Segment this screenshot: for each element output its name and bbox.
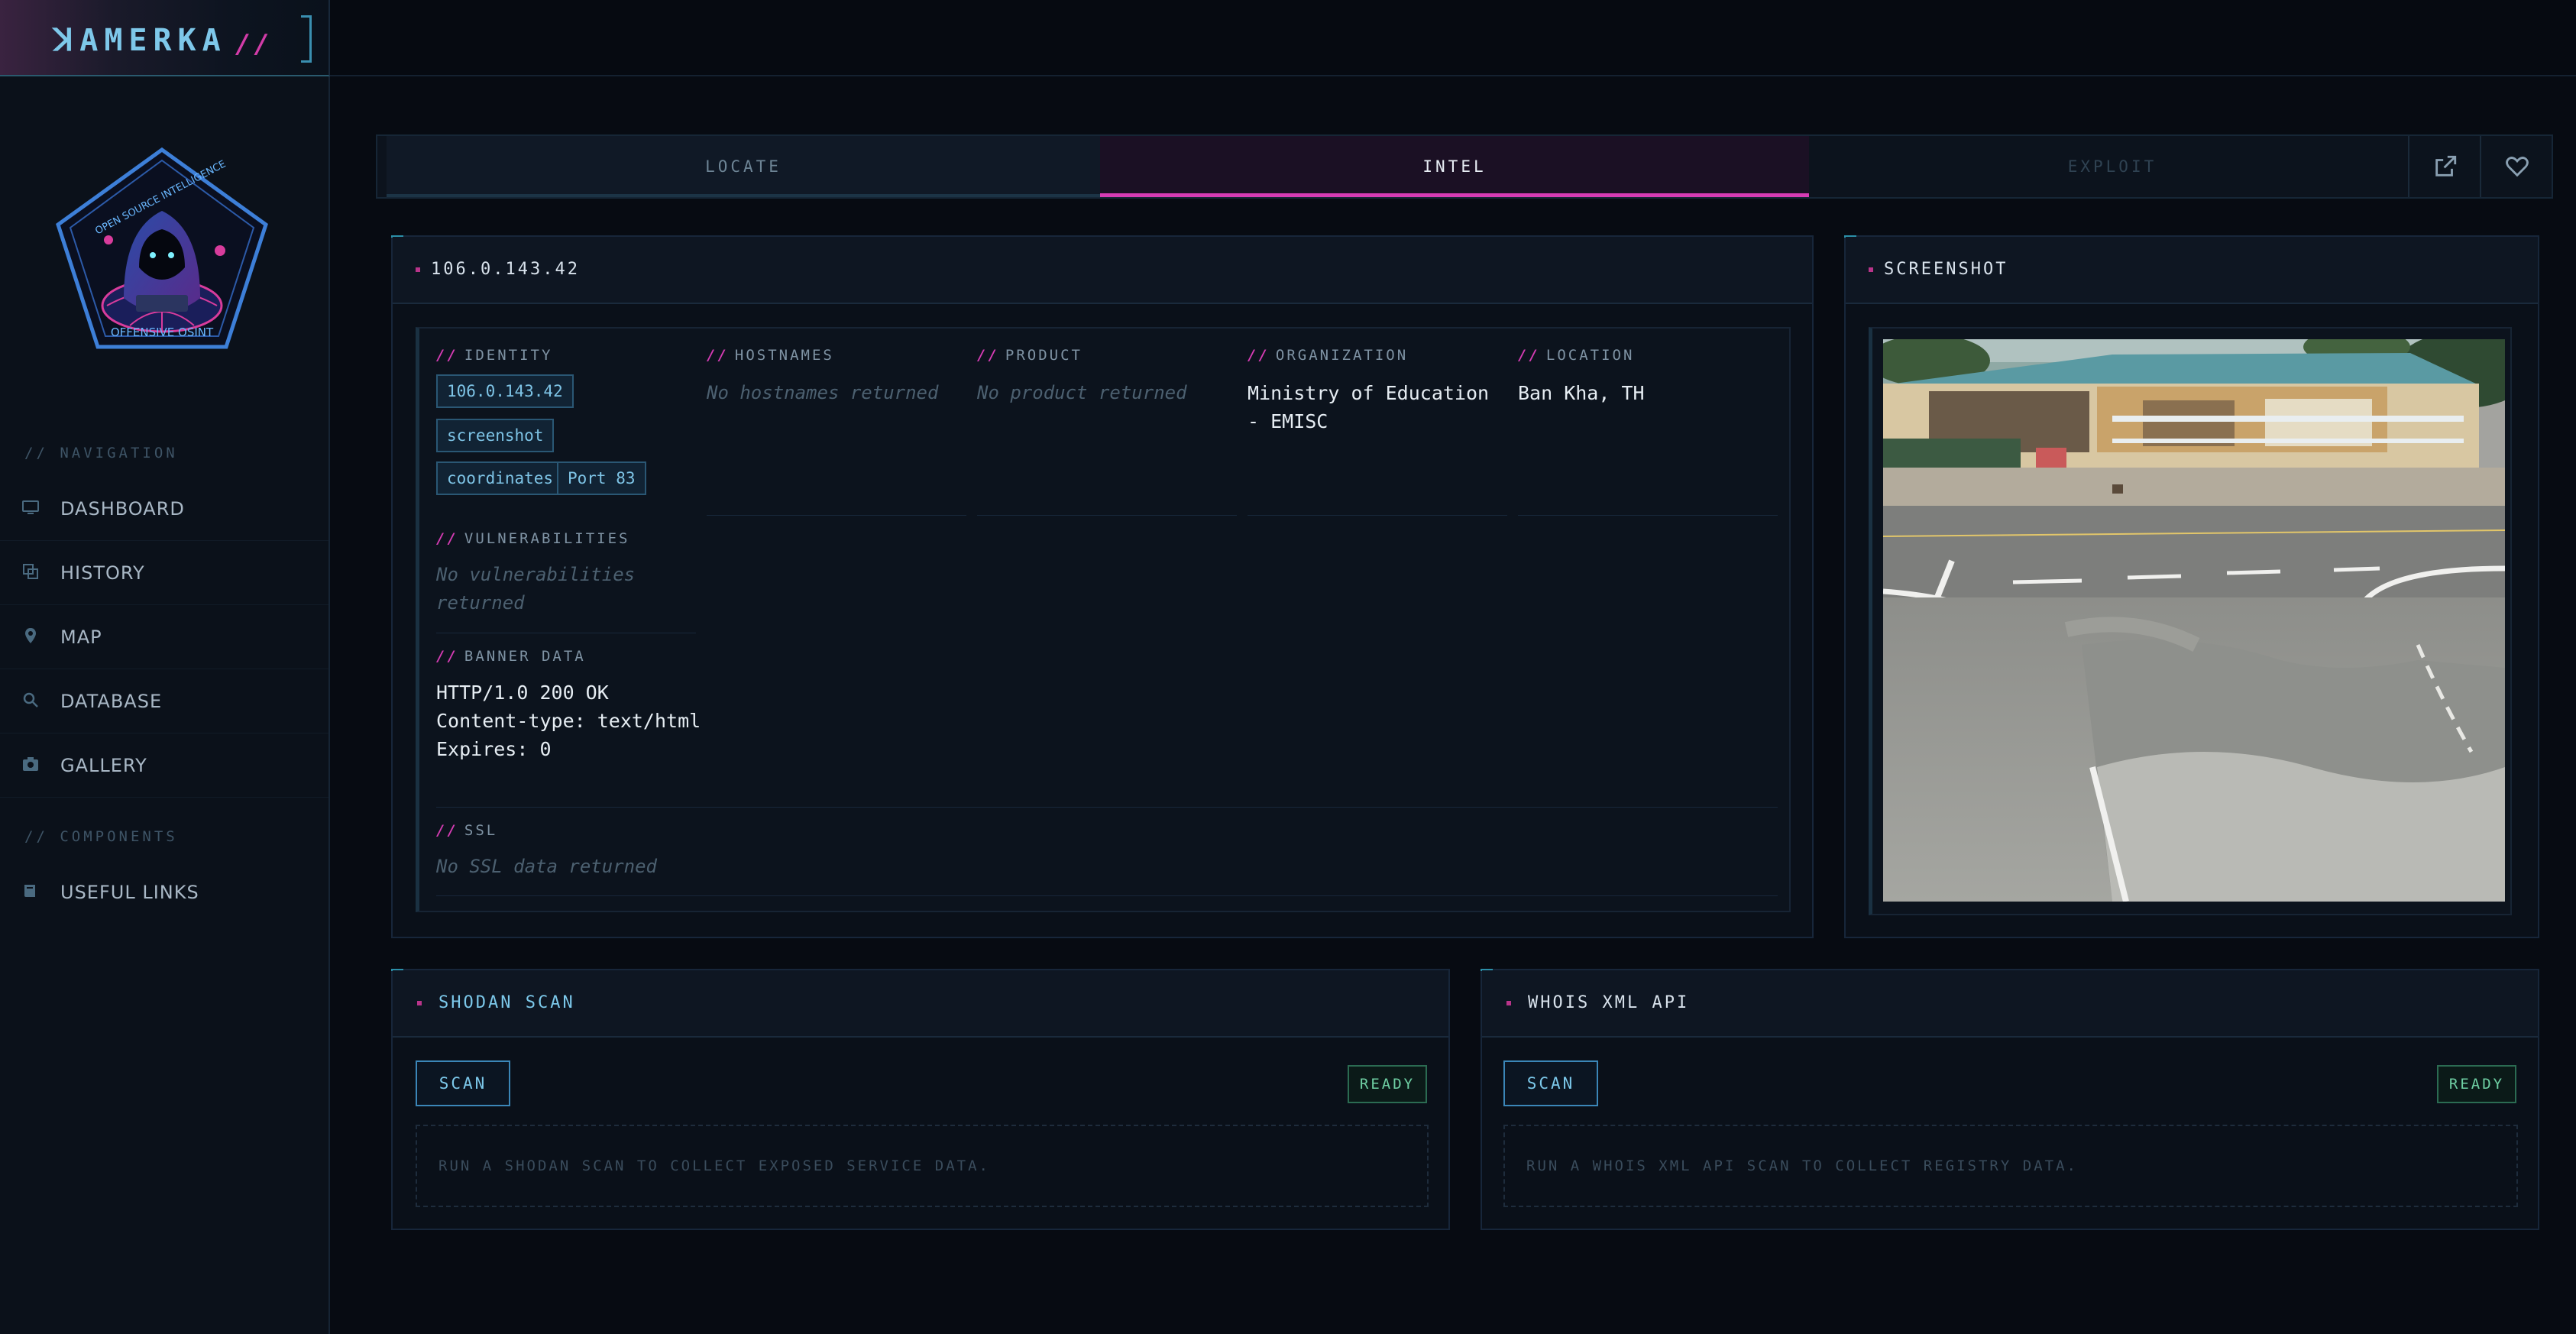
shodan-status-badge: READY [1348,1065,1427,1103]
ssl-label: //SSL [436,822,498,839]
favorite-button[interactable] [2480,136,2552,197]
hostnames-label: //HOSTNAMES [707,347,834,364]
product-label: //PRODUCT [977,347,1083,364]
identity-label: //IDENTITY [436,347,553,364]
brand-slashes: // [235,29,273,60]
nav-heading: // NAVIGATION [24,445,178,461]
sidebar-item-label: DATABASE [60,691,163,712]
hooded-figure-emblem-icon: OFFENSIVE OSINT OPEN SOURCE INTELLIGENCE [56,147,268,349]
hostnames-value: No hostnames returned [707,382,939,403]
shodan-scan-card: SHODAN SCAN SCAN READY RUN A SHODAN SCAN… [391,969,1450,1230]
camera-screenshot-image[interactable] [1883,339,2505,902]
top-bar: ꓘAMERKA // [0,0,2576,76]
history-icon [23,564,38,579]
sidebar-item-useful-links[interactable]: USEFUL LINKS [0,860,328,924]
shodan-card-header: SHODAN SCAN [393,970,1448,1038]
header-dot [416,267,420,272]
header-dot [417,1001,422,1005]
ip-title: 106.0.143.42 [431,260,580,279]
divider [707,515,966,516]
sidebar-item-label: MAP [60,627,102,648]
organization-label: //ORGANIZATION [1248,347,1409,364]
intel-card: 106.0.143.42 //IDENTITY 106.0.143.42 scr… [391,235,1814,938]
whois-xml-api-card: WHOIS XML API SCAN READY RUN A WHOIS XML… [1481,969,2539,1230]
sidebar-item-label: GALLERY [60,755,147,776]
vulnerabilities-value-line1: No vulnerabilities [436,564,636,585]
divider [1518,515,1778,516]
location-label: //LOCATION [1518,347,1635,364]
osint-logo: OFFENSIVE OSINT OPEN SOURCE INTELLIGENCE [53,145,270,351]
vulnerabilities-label: //VULNERABILITIES [436,530,630,547]
divider [436,895,1778,896]
sidebar-item-map[interactable]: MAP [0,605,328,669]
components-heading: // COMPONENTS [24,828,178,845]
shodan-scan-button[interactable]: SCAN [416,1060,510,1106]
whois-card-header: WHOIS XML API [1482,970,2538,1038]
intel-details: //IDENTITY 106.0.143.42 screenshot coord… [416,327,1791,912]
identity-chip-ip[interactable]: 106.0.143.42 [436,374,574,408]
sidebar: OFFENSIVE OSINT OPEN SOURCE INTELLIGENCE… [0,76,330,1334]
screenshot-frame [1869,327,2512,915]
divider [977,515,1237,516]
identity-chip-coordinates[interactable]: coordinates [436,461,565,495]
organization-value-line1: Ministry of Education [1248,382,1490,404]
banner-line: Content-type: text/html [436,710,701,732]
intel-card-header: 106.0.143.42 [393,237,1812,304]
sidebar-item-database[interactable]: DATABASE [0,669,328,733]
location-value: Ban Kha, TH [1518,382,1645,404]
heart-icon [2506,157,2529,177]
tab-intel[interactable]: INTEL [1100,136,1809,197]
sidebar-item-gallery[interactable]: GALLERY [0,733,328,798]
screenshot-card-header: SCREENSHOT [1846,237,2538,304]
header-dot [1506,1001,1511,1005]
whois-status-badge: READY [2437,1065,2516,1103]
sidebar-item-dashboard[interactable]: DASHBOARD [0,477,328,541]
whois-scan-button[interactable]: SCAN [1503,1060,1598,1106]
book-icon [24,885,35,897]
ssl-value: No SSL data returned [436,856,657,877]
tab-locate[interactable]: LOCATE [387,136,1100,197]
identity-chip-port[interactable]: Port 83 [557,461,646,495]
screenshot-card: SCREENSHOT [1844,235,2539,938]
header-dot [1869,267,1873,272]
identity-chip-screenshot[interactable]: screenshot [436,419,555,452]
open-external-button[interactable] [2408,136,2480,197]
brand-bracket [301,15,312,63]
divider [1248,515,1507,516]
product-value: No product returned [977,382,1187,403]
banner-label: //BANNER DATA [436,648,586,665]
organization-value-line2: - EMISC [1248,410,1328,432]
sidebar-item-label: DASHBOARD [60,498,185,520]
banner-line: Expires: 0 [436,738,552,760]
whois-title: WHOIS XML API [1528,993,1690,1012]
divider [436,807,1778,808]
brand[interactable]: ꓘAMERKA // [0,0,330,76]
search-icon [23,692,38,707]
intel-tab-bar: LOCATE INTEL EXPLOIT [376,134,2553,199]
shodan-empty-hint: RUN A SHODAN SCAN TO COLLECT EXPOSED SER… [416,1125,1429,1207]
brand-name[interactable]: ꓘAMERKA [53,23,227,58]
monitor-icon [22,500,39,514]
logo-bottom-text: OFFENSIVE OSINT [111,325,214,339]
camera-icon [23,757,38,771]
map-pin-icon [25,628,36,643]
screenshot-title: SCREENSHOT [1884,260,2008,279]
external-link-icon [2435,155,2457,176]
sidebar-item-history[interactable]: HISTORY [0,541,328,605]
vulnerabilities-value-line2: returned [436,592,525,614]
sidebar-item-label: HISTORY [60,562,145,584]
shodan-title: SHODAN SCAN [439,993,575,1012]
tab-exploit[interactable]: EXPLOIT [1809,136,2416,197]
banner-line: HTTP/1.0 200 OK [436,682,609,704]
whois-empty-hint: RUN A WHOIS XML API SCAN TO COLLECT REGI… [1503,1125,2518,1207]
sidebar-item-label: USEFUL LINKS [60,882,199,903]
